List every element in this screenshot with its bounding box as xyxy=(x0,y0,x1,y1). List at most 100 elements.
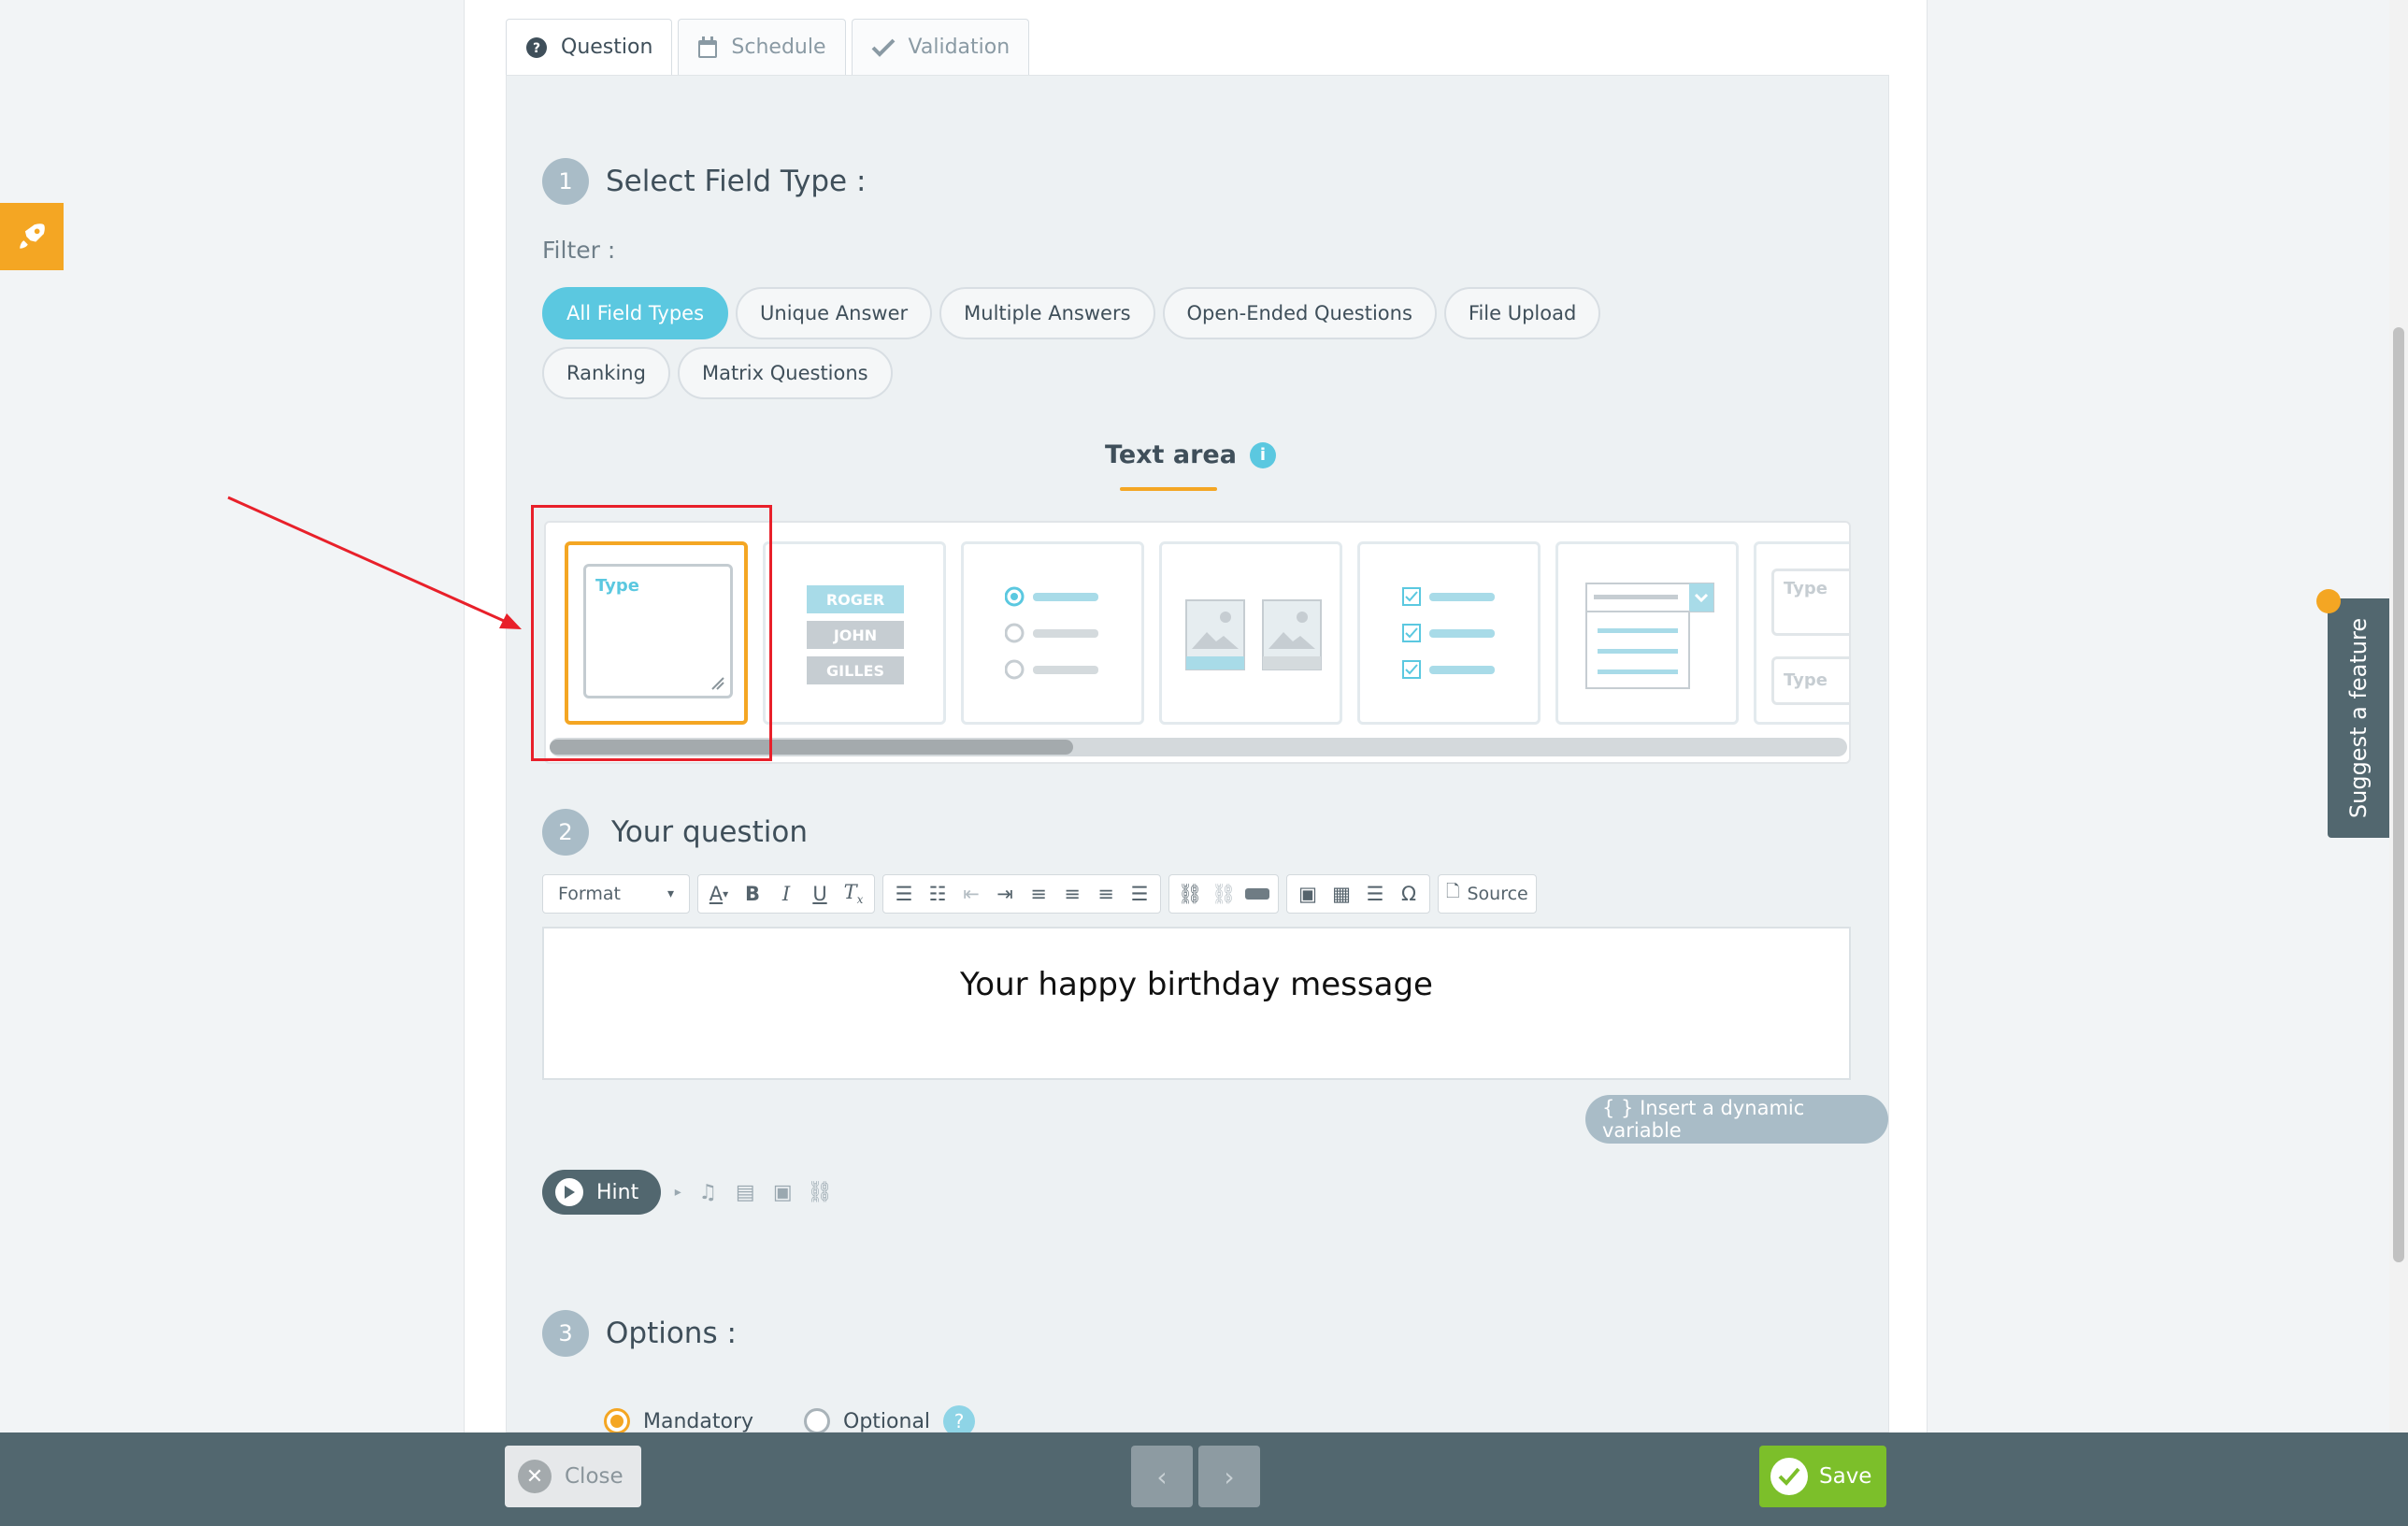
align-right-icon: ≡ xyxy=(1097,883,1114,905)
source-group: 🗋 Source xyxy=(1438,874,1537,914)
save-button[interactable]: Save xyxy=(1759,1446,1886,1507)
editor-toolbar: Format ▾ A ▾ B I U Tx ☰ ☷ ⇤ ⇥ ≡ ≡ ≡ ☰ ⛓ … xyxy=(542,874,1537,914)
optional-label: Optional xyxy=(843,1409,931,1433)
question-circle-icon: ? xyxy=(526,36,547,58)
field-card-multiple-answers[interactable] xyxy=(1357,541,1541,725)
field-type-title: Text area xyxy=(1105,440,1237,469)
caret-right-icon: ▸ xyxy=(674,1185,681,1200)
format-select[interactable]: Format ▾ xyxy=(551,880,681,908)
bottom-action-bar: ✕ Close ‹ › Save xyxy=(0,1432,2408,1526)
bold-icon: B xyxy=(744,883,760,905)
link-button[interactable]: ⛓ xyxy=(1177,880,1203,908)
field-card-image-choice[interactable] xyxy=(1159,541,1342,725)
dropdown-list-icon xyxy=(1585,583,1714,689)
align-left-button[interactable]: ≡ xyxy=(1025,880,1052,908)
svg-text:?: ? xyxy=(533,41,540,56)
field-card-ranking[interactable]: ROGER JOHN GILLES xyxy=(763,541,946,725)
format-label: Format xyxy=(558,884,621,904)
numbered-list-button[interactable]: ☰ xyxy=(891,880,917,908)
insert-dynamic-variable-button[interactable]: { } Insert a dynamic variable xyxy=(1585,1095,1888,1144)
input-preview-label: Type xyxy=(1784,670,1828,690)
film-icon[interactable]: ▤ xyxy=(732,1179,758,1205)
outdent-icon: ⇤ xyxy=(963,883,980,905)
suggest-feature-label: Suggest a feature xyxy=(2345,617,2372,819)
filter-chips: All Field Types Unique Answer Multiple A… xyxy=(542,287,1664,399)
ranking-preview: ROGER JOHN GILLES xyxy=(807,585,904,684)
align-right-button[interactable]: ≡ xyxy=(1093,880,1119,908)
chip-file-upload[interactable]: File Upload xyxy=(1443,287,1601,339)
check-circle-icon xyxy=(1770,1458,1808,1495)
horizontal-line-icon: ☰ xyxy=(1366,883,1384,905)
chip-ranking[interactable]: Ranking xyxy=(542,347,670,399)
table-button[interactable]: ▦ xyxy=(1328,880,1354,908)
info-icon[interactable]: i xyxy=(1249,441,1276,468)
source-button[interactable]: 🗋 Source xyxy=(1446,880,1528,908)
chip-all-field-types[interactable]: All Field Types xyxy=(542,287,729,339)
optional-radio[interactable] xyxy=(804,1408,831,1434)
ranking-item: ROGER xyxy=(807,585,904,613)
tab-bar: ? Question Schedule Validation xyxy=(506,19,1030,75)
field-type-heading: Text area i xyxy=(1105,440,1276,469)
italic-button[interactable]: I xyxy=(773,880,799,908)
link-group: ⛓ ⛓ xyxy=(1168,874,1279,914)
checkbox-list-icon xyxy=(1402,587,1495,679)
ranking-item: GILLES xyxy=(807,656,904,684)
radio-list-icon xyxy=(1005,586,1098,680)
text-color-button[interactable]: A ▾ xyxy=(706,880,732,908)
chip-open-ended-questions[interactable]: Open-Ended Questions xyxy=(1162,287,1437,339)
tab-label: Question xyxy=(561,36,653,59)
page-scrollbar-thumb[interactable] xyxy=(2393,327,2404,1262)
bullet-list-icon: ☷ xyxy=(928,883,947,905)
bullet-list-button[interactable]: ☷ xyxy=(924,880,951,908)
question-text[interactable]: Your happy birthday message xyxy=(544,966,1849,1003)
indent-button[interactable]: ⇥ xyxy=(992,880,1018,908)
special-char-button[interactable]: Ω xyxy=(1396,880,1422,908)
next-button[interactable]: › xyxy=(1198,1446,1260,1507)
unlink-button[interactable]: ⛓ xyxy=(1211,880,1237,908)
justify-icon: ☰ xyxy=(1130,883,1149,905)
anchor-icon xyxy=(1245,888,1269,900)
link-icon[interactable]: ⛓ xyxy=(807,1179,833,1205)
horizontal-line-button[interactable]: ☰ xyxy=(1362,880,1388,908)
align-left-icon: ≡ xyxy=(1030,883,1047,905)
suggest-feature-tab[interactable]: Suggest a feature xyxy=(2328,598,2389,838)
previous-button[interactable]: ‹ xyxy=(1131,1446,1193,1507)
mandatory-radio[interactable] xyxy=(604,1408,630,1434)
align-center-button[interactable]: ≡ xyxy=(1059,880,1085,908)
outdent-button[interactable]: ⇤ xyxy=(958,880,984,908)
image-button[interactable]: ▣ xyxy=(1295,880,1321,908)
step-number: 3 xyxy=(542,1310,589,1357)
hint-button[interactable]: Hint xyxy=(542,1170,662,1215)
chip-unique-answer[interactable]: Unique Answer xyxy=(736,287,933,339)
tab-question[interactable]: ? Question xyxy=(506,19,673,75)
image-icon[interactable]: ▣ xyxy=(769,1179,796,1205)
anchor-button[interactable] xyxy=(1244,880,1270,908)
music-note-icon[interactable]: ♫ xyxy=(695,1179,721,1205)
chip-multiple-answers[interactable]: Multiple Answers xyxy=(939,287,1155,339)
rocket-launcher-button[interactable] xyxy=(0,203,64,270)
tab-schedule[interactable]: Schedule xyxy=(678,19,846,75)
justify-button[interactable]: ☰ xyxy=(1126,880,1153,908)
field-card-dropdown[interactable] xyxy=(1555,541,1739,725)
question-editor[interactable]: Your happy birthday message xyxy=(542,927,1851,1080)
image-choice-icon xyxy=(1185,599,1322,670)
field-card-unique-answer[interactable] xyxy=(961,541,1144,725)
chip-matrix-questions[interactable]: Matrix Questions xyxy=(677,347,893,399)
bold-button[interactable]: B xyxy=(739,880,766,908)
check-icon xyxy=(871,38,895,57)
step-select-field-type: 1 Select Field Type : xyxy=(542,158,866,205)
page-scrollbar[interactable] xyxy=(2389,0,2408,1432)
image-icon: ▣ xyxy=(1298,883,1317,905)
table-icon: ▦ xyxy=(1332,883,1351,905)
underline-button[interactable]: U xyxy=(807,880,833,908)
text-color-icon: A xyxy=(709,883,724,905)
close-button[interactable]: ✕ Close xyxy=(505,1446,641,1507)
tab-validation[interactable]: Validation xyxy=(851,19,1030,75)
omega-icon: Ω xyxy=(1400,883,1417,905)
remove-format-icon: Tx xyxy=(843,881,864,907)
format-group: Format ▾ xyxy=(542,874,690,914)
remove-format-button[interactable]: Tx xyxy=(840,880,867,908)
annotation-highlight-box xyxy=(531,505,772,761)
field-card-multiple-text[interactable]: Type Type xyxy=(1754,541,1849,725)
tab-label: Validation xyxy=(908,36,1010,59)
